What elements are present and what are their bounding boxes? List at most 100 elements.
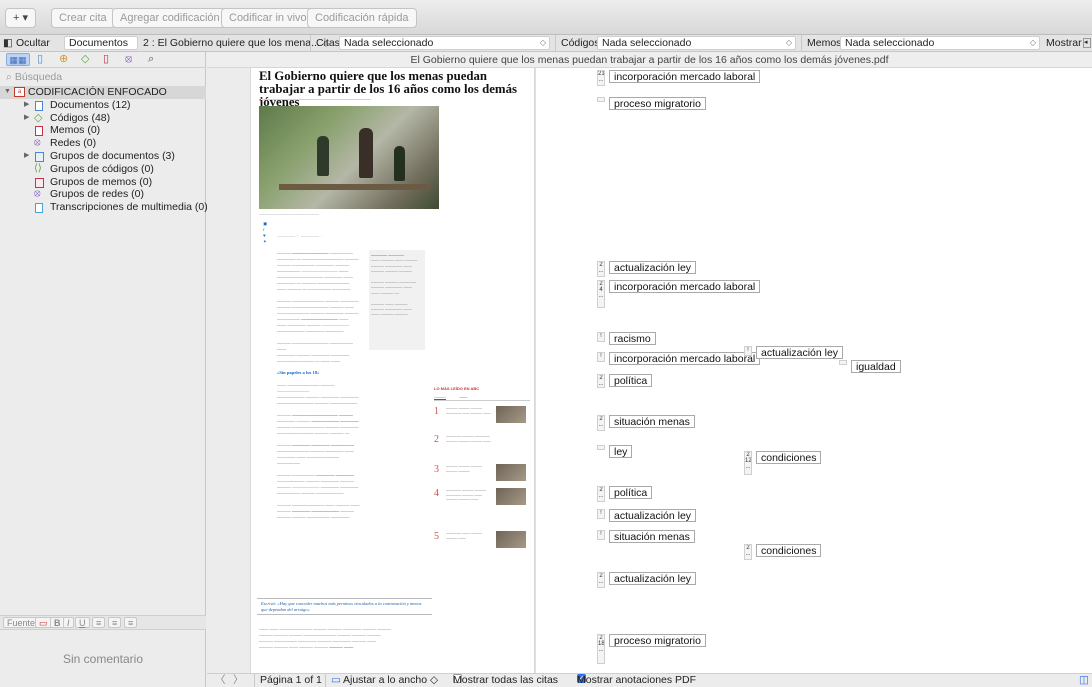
quote-bracket-marker[interactable]: ! xyxy=(597,509,605,519)
code-tag[interactable]: proceso migratorio xyxy=(609,634,706,647)
tree-item-documentos[interactable]: ▶ Documentos (12) xyxy=(0,99,206,112)
quote-bracket-marker[interactable]: 2 ... xyxy=(597,415,605,431)
tree-item-transcripciones[interactable]: Transcripciones de multimedia (0) xyxy=(0,201,208,214)
memos-dropdown[interactable]: Nada seleccionado ◇ xyxy=(840,36,1040,50)
code-tag[interactable]: política xyxy=(609,374,653,387)
quote-bracket-marker[interactable]: ! xyxy=(597,530,605,540)
citas-dropdown[interactable]: Nada seleccionado ◇ xyxy=(339,36,550,50)
code-tag[interactable]: situación menas xyxy=(609,530,695,543)
article-subtitle-graphic: ● ———————————————————————— xyxy=(259,97,371,102)
quote-bracket-marker[interactable]: ... xyxy=(839,360,847,365)
quote-bracket-marker[interactable]: ... xyxy=(597,445,605,450)
tree-item-grupos-documentos[interactable]: ▶ Grupos de documentos (3) xyxy=(0,150,206,163)
code-tag[interactable]: actualización ley xyxy=(609,261,697,274)
tree-item-redes[interactable]: ⦻ Redes (0) xyxy=(0,137,206,150)
code-tag[interactable]: actualización ley xyxy=(609,509,697,522)
code-tag[interactable]: ley xyxy=(609,445,633,458)
previous-page-icon[interactable]: 〈 xyxy=(215,674,226,687)
main-toolbar: + ▾ Crear cita Agregar codificación Codi… xyxy=(0,0,1092,35)
tree-item-grupos-redes[interactable]: ⦻ Grupos de redes (0) xyxy=(0,188,206,201)
tree-item-codigos[interactable]: ▶ ◇ Códigos (48) xyxy=(0,112,206,125)
documento-select[interactable]: 2 : El Gobierno quiere que los mena... ◇ xyxy=(143,35,329,51)
most-read-item[interactable]: 4 ———— ——— ——— ———— ——— —— ——— ——— —— xyxy=(434,488,530,520)
documents-icon[interactable]: ▯ xyxy=(37,53,43,66)
memos-filter-label: Memos xyxy=(801,35,841,51)
align-left-icon[interactable]: ≡ xyxy=(92,617,106,628)
article-photo xyxy=(259,106,439,209)
memos-icon[interactable]: ▯ xyxy=(103,53,109,66)
quote-bracket-marker[interactable]: 2 12 ... xyxy=(744,451,752,475)
new-menu-button[interactable]: + ▾ xyxy=(5,8,37,28)
quote-bracket-marker[interactable]: ! xyxy=(597,332,605,342)
most-read-item[interactable]: 2 ———— ——— ———— ——— ——— ——— —— xyxy=(434,434,530,466)
code-tag[interactable]: proceso migratorio xyxy=(609,97,706,110)
show-all-quotes-label: Mostrar todas las citas xyxy=(453,674,559,686)
quote-bracket-marker[interactable]: 21 ... xyxy=(597,70,605,86)
next-page-icon[interactable]: 〉 xyxy=(233,674,244,687)
quote-bracket-marker[interactable]: 2 ... xyxy=(597,261,605,277)
align-center-icon[interactable]: ≡ xyxy=(108,617,122,628)
code-tag[interactable]: incorporación mercado laboral xyxy=(609,280,761,293)
disclosure-open-icon[interactable]: ▼ xyxy=(4,86,11,99)
networks-icon[interactable]: ⦻ xyxy=(125,53,132,66)
agregar-codificacion-button[interactable]: Agregar codificación xyxy=(112,8,228,28)
quote-bracket-marker[interactable]: ! xyxy=(597,352,605,362)
code-tag[interactable]: condiciones xyxy=(756,451,822,464)
tree-item-memos[interactable]: Memos (0) xyxy=(0,124,206,137)
memo-icon[interactable]: ⊕ xyxy=(59,53,68,66)
code-tag[interactable]: política xyxy=(609,486,653,499)
code-tag[interactable]: incorporación mercado laboral xyxy=(609,352,761,365)
disclosure-closed-icon[interactable]: ▶ xyxy=(24,99,29,112)
documentos-dropdown[interactable]: Documentos xyxy=(64,36,138,50)
italic-icon[interactable]: I xyxy=(63,617,74,628)
quote-bracket-marker[interactable]: ! xyxy=(744,346,752,356)
most-read-item[interactable]: 5 ———— —— ——— ——— —— xyxy=(434,531,530,563)
codificacion-rapida-button[interactable]: Codificación rápida xyxy=(307,8,417,28)
pdf-page[interactable]: El Gobierno quiere que los menas puedan … xyxy=(250,68,535,673)
underline-icon[interactable]: U xyxy=(75,617,90,628)
share-icons[interactable]: ▣ f ♥ ✦ xyxy=(263,221,267,245)
tree-item-grupos-memos[interactable]: Grupos de memos (0) xyxy=(0,176,206,189)
code-tag[interactable]: actualización ley xyxy=(756,346,844,359)
photo-caption-graphic: ——————————————— xyxy=(259,211,319,216)
quote-bracket-marker[interactable]: 2 ... xyxy=(597,572,605,588)
codes-icon[interactable]: ◇ xyxy=(81,53,89,66)
quote-bracket-marker[interactable]: ... xyxy=(597,97,605,102)
search-icon[interactable]: ⌕ xyxy=(148,53,154,66)
ocultar-button[interactable]: Ocultar xyxy=(16,35,50,51)
fit-width-icon[interactable]: ▭ xyxy=(325,674,341,687)
code-group-icon: ⟨⟩ xyxy=(34,162,42,174)
align-right-icon[interactable]: ≡ xyxy=(124,617,138,628)
disclosure-closed-icon[interactable]: ▶ xyxy=(24,112,29,125)
quote-bracket-marker[interactable]: 2 ... xyxy=(597,374,605,388)
project-icon[interactable]: ▦▦ xyxy=(6,53,30,66)
tree-item-label: Transcripciones de multimedia (0) xyxy=(50,201,208,214)
mostrar-button[interactable]: Mostrar xyxy=(1046,35,1082,51)
tree-item-label: Códigos (48) xyxy=(50,111,111,124)
codigos-filter-label: Códigos xyxy=(555,35,600,51)
code-tag[interactable]: incorporación mercado laboral xyxy=(609,70,761,83)
fit-width-select[interactable]: Ajustar a lo ancho ◇ xyxy=(343,674,438,687)
disclosure-closed-icon[interactable]: ▶ xyxy=(24,150,29,163)
most-read-tabs[interactable]: ——— —— xyxy=(434,394,530,401)
quote-bracket-marker[interactable]: 2 4 ... xyxy=(597,280,605,308)
code-tag[interactable]: actualización ley xyxy=(609,572,697,585)
sidebar-toggle-icon[interactable]: ◧ xyxy=(3,35,13,51)
quote-bracket-marker[interactable]: 2 ... xyxy=(744,544,752,560)
tree-root[interactable]: ▼ a CODIFICACIÓN ENFOCADO xyxy=(0,86,206,99)
panel-layout-icon[interactable]: ◫ xyxy=(1079,674,1089,687)
chevron-updown-icon: ◇ xyxy=(1029,38,1036,47)
crear-cita-button[interactable]: Crear cita xyxy=(51,8,115,28)
codificar-in-vivo-button[interactable]: Codificar in vivo xyxy=(221,8,315,28)
quote-bracket-marker[interactable]: 2 18 ... xyxy=(597,634,605,664)
code-tag[interactable]: condiciones xyxy=(756,544,822,557)
panel-toggle-icon[interactable]: ◂ xyxy=(1083,38,1091,48)
tree-item-grupos-codigos[interactable]: ⟨⟩ Grupos de códigos (0) xyxy=(0,163,206,176)
network-group-icon: ⦻ xyxy=(34,188,41,200)
codigos-dropdown[interactable]: Nada seleccionado ◇ xyxy=(597,36,796,50)
search-input[interactable]: ⌕ Búsqueda xyxy=(6,70,202,84)
code-tag[interactable]: situación menas xyxy=(609,415,695,428)
code-tag[interactable]: igualdad xyxy=(851,360,901,373)
code-tag[interactable]: racismo xyxy=(609,332,656,345)
quote-bracket-marker[interactable]: 2 ... xyxy=(597,486,605,502)
